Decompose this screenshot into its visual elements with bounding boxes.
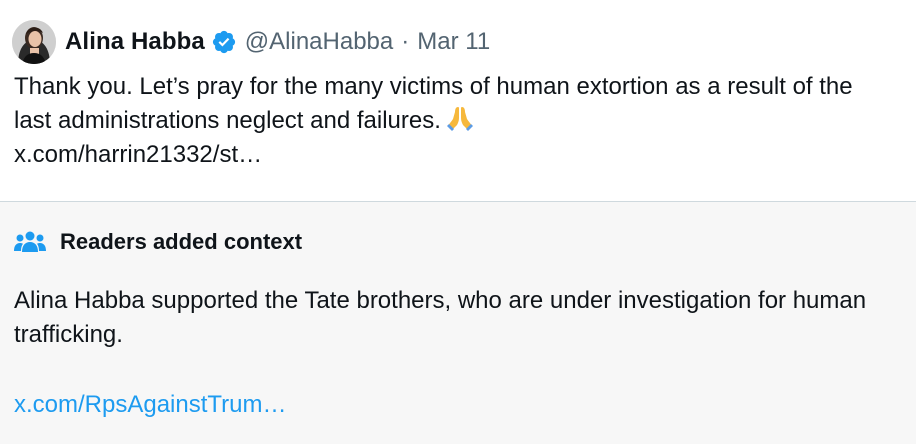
community-note-header: Readers added context <box>14 226 302 258</box>
tweet-text-content: Thank you. Let’s pray for the many victi… <box>14 73 853 134</box>
separator-dot: · <box>401 28 410 55</box>
community-note-text: Alina Habba supported the Tate brothers,… <box>14 287 867 348</box>
author-handle[interactable]: @AlinaHabba <box>245 28 393 56</box>
community-note-title: Readers added context <box>60 229 303 254</box>
tweet-header: Alina Habba @AlinaHabba · Mar 11 <box>12 20 490 64</box>
tweet-link[interactable]: x.com/harrin21332/st… <box>14 138 894 172</box>
community-note-link[interactable]: x.com/RpsAgainstTrum… <box>14 391 287 419</box>
author-name[interactable]: Alina Habba <box>65 28 205 56</box>
avatar[interactable] <box>12 20 56 64</box>
community-note: Readers added context Alina Habba suppor… <box>0 202 916 444</box>
tweet-card[interactable]: Alina Habba @AlinaHabba · Mar 11 Thank y… <box>0 0 916 201</box>
verified-badge-icon <box>212 30 235 54</box>
tweet-date[interactable]: Mar 11 <box>417 28 490 56</box>
people-icon <box>14 231 46 252</box>
folded-hands-icon <box>446 107 473 131</box>
tweet-text: Thank you. Let’s pray for the many victi… <box>14 70 894 172</box>
